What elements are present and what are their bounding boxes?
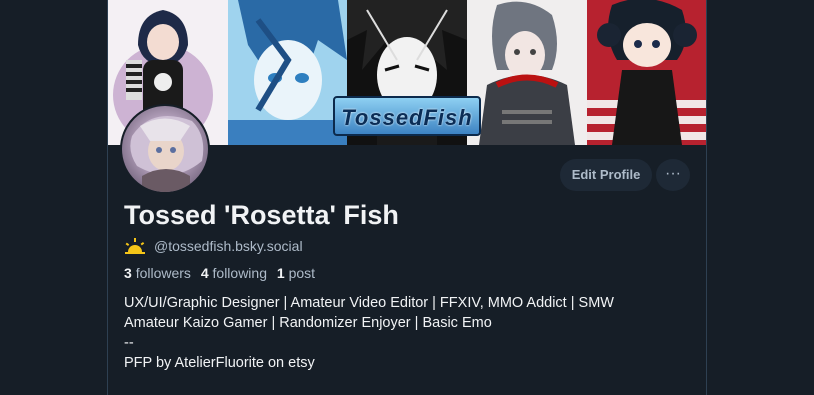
profile-avatar[interactable] [120, 104, 210, 194]
more-options-icon: ··· [665, 165, 681, 182]
posts-count: 1 [276, 265, 285, 281]
posts-link: 1 post [277, 265, 315, 281]
followers-count: 3 [124, 265, 132, 281]
bio-line: -- [124, 335, 134, 351]
profile-display-name: Tossed 'Rosetta' Fish [124, 200, 399, 230]
bio-line: Amateur Kaizo Gamer | Randomizer Enjoyer… [124, 315, 492, 331]
bio-line: PFP by AtelierFluorite on etsy [124, 355, 315, 371]
profile-column: TossedFish Edit Profile ··· Tossed 'Rose… [107, 0, 707, 395]
sun-icon [125, 238, 145, 254]
followers-label: followers [135, 265, 191, 281]
following-label: following [212, 265, 267, 281]
profile-bio: UX/UI/Graphic Designer | Amateur Video E… [124, 293, 684, 373]
followers-link[interactable]: 3 followers [124, 265, 191, 281]
banner-panel-4 [467, 0, 587, 145]
profile-handle[interactable]: @tossedfish.bsky.social [154, 238, 303, 254]
banner-logo: TossedFish [333, 96, 481, 136]
edit-profile-button[interactable]: Edit Profile [560, 159, 652, 191]
profile-stats: 3 followers 4 following 1 post [124, 265, 315, 281]
following-link[interactable]: 4 following [201, 265, 267, 281]
profile-handle-row: @tossedfish.bsky.social [124, 238, 303, 254]
banner-panel-5 [587, 0, 706, 145]
posts-label: post [288, 265, 316, 281]
banner-panel-2 [228, 0, 347, 145]
bio-line: UX/UI/Graphic Designer | Amateur Video E… [124, 295, 614, 311]
following-count: 4 [200, 265, 209, 281]
more-options-button[interactable]: ··· [656, 159, 690, 191]
